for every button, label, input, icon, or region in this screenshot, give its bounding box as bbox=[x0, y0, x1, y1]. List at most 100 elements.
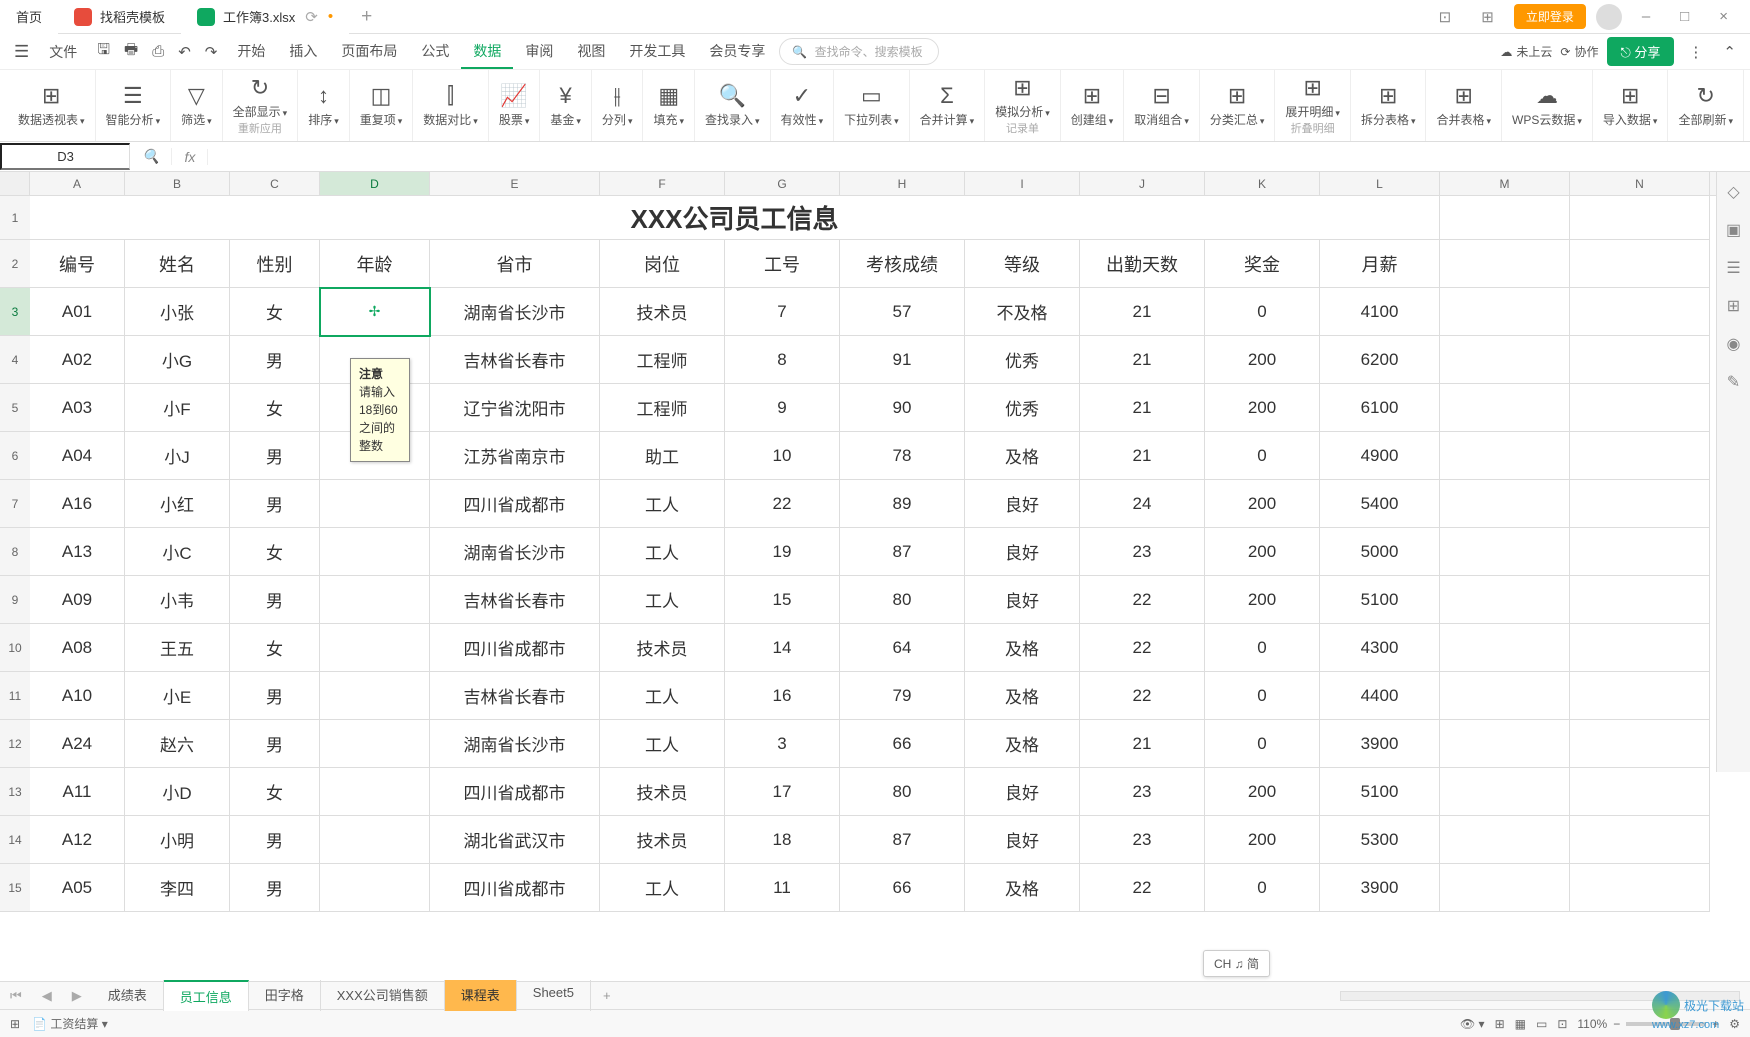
data-cell[interactable]: A11 bbox=[30, 768, 125, 816]
grid[interactable]: XXX公司员工信息编号姓名性别年龄省市岗位工号考核成绩等级出勤天数奖金月薪A01… bbox=[30, 196, 1750, 912]
data-cell[interactable]: A01 bbox=[30, 288, 125, 336]
data-cell[interactable]: A12 bbox=[30, 816, 125, 864]
row-header-13[interactable]: 13 bbox=[0, 768, 30, 816]
empty-cell[interactable] bbox=[1440, 768, 1570, 816]
ribbon-WPS云数据[interactable]: ☁WPS云数据 bbox=[1502, 70, 1593, 141]
share-button[interactable]: ⎋ 分享 bbox=[1607, 37, 1675, 66]
zoom-out[interactable]: − bbox=[1613, 1017, 1620, 1031]
data-cell[interactable]: 64 bbox=[840, 624, 965, 672]
data-cell[interactable]: 工人 bbox=[600, 672, 725, 720]
empty-cell[interactable] bbox=[1570, 432, 1710, 480]
data-cell[interactable]: 5400 bbox=[1320, 480, 1440, 528]
menu-会员专享[interactable]: 会员专享 bbox=[697, 35, 777, 69]
data-cell[interactable]: 22 bbox=[1080, 624, 1205, 672]
empty-cell[interactable] bbox=[1440, 336, 1570, 384]
data-cell[interactable]: A13 bbox=[30, 528, 125, 576]
col-header-H[interactable]: H bbox=[840, 172, 965, 195]
side-icon-2[interactable]: ▣ bbox=[1724, 220, 1744, 240]
sheet-tab-课程表[interactable]: 课程表 bbox=[445, 980, 517, 1011]
save-icon[interactable]: 🖫 bbox=[91, 34, 116, 69]
data-cell[interactable]: 湖南省长沙市 bbox=[430, 288, 600, 336]
data-cell[interactable]: 湖南省长沙市 bbox=[430, 720, 600, 768]
side-icon-3[interactable]: ☰ bbox=[1724, 258, 1744, 278]
window-close[interactable]: × bbox=[1709, 3, 1738, 30]
row-header-5[interactable]: 5 bbox=[0, 384, 30, 432]
empty-cell[interactable] bbox=[1440, 528, 1570, 576]
data-cell[interactable]: 赵六 bbox=[125, 720, 230, 768]
empty-cell[interactable] bbox=[1440, 624, 1570, 672]
menu-视图[interactable]: 视图 bbox=[565, 35, 617, 69]
col-header-G[interactable]: G bbox=[725, 172, 840, 195]
empty-cell[interactable] bbox=[1570, 528, 1710, 576]
data-cell[interactable]: 技术员 bbox=[600, 624, 725, 672]
data-cell[interactable]: 87 bbox=[840, 816, 965, 864]
data-cell[interactable]: 6100 bbox=[1320, 384, 1440, 432]
row-header-12[interactable]: 12 bbox=[0, 720, 30, 768]
data-cell[interactable]: 21 bbox=[1080, 336, 1205, 384]
header-cell[interactable]: 等级 bbox=[965, 240, 1080, 288]
data-cell[interactable]: A03 bbox=[30, 384, 125, 432]
view-mode-2[interactable]: ▦ bbox=[1515, 1017, 1526, 1031]
data-cell[interactable]: 工人 bbox=[600, 480, 725, 528]
data-cell[interactable]: 四川省成都市 bbox=[430, 768, 600, 816]
data-cell[interactable]: 10 bbox=[725, 432, 840, 480]
data-cell[interactable]: 6200 bbox=[1320, 336, 1440, 384]
empty-cell[interactable] bbox=[1440, 576, 1570, 624]
data-cell[interactable]: 技术员 bbox=[600, 768, 725, 816]
empty-cell[interactable] bbox=[1440, 864, 1570, 912]
expand-icon[interactable]: ⌃ bbox=[1717, 38, 1742, 66]
ribbon-分类汇总[interactable]: ⊞分类汇总 bbox=[1200, 70, 1276, 141]
data-cell[interactable]: 优秀 bbox=[965, 336, 1080, 384]
empty-cell[interactable] bbox=[1570, 864, 1710, 912]
data-cell[interactable] bbox=[320, 768, 430, 816]
data-cell[interactable]: 22 bbox=[725, 480, 840, 528]
ribbon-合并表格[interactable]: ⊞合并表格 bbox=[1426, 70, 1502, 141]
data-cell[interactable] bbox=[320, 864, 430, 912]
empty-cell[interactable] bbox=[1440, 480, 1570, 528]
data-cell[interactable]: 女 bbox=[230, 528, 320, 576]
header-cell[interactable]: 姓名 bbox=[125, 240, 230, 288]
data-cell[interactable]: 18 bbox=[725, 816, 840, 864]
data-cell[interactable]: 技术员 bbox=[600, 288, 725, 336]
data-cell[interactable]: 小明 bbox=[125, 816, 230, 864]
empty-cell[interactable] bbox=[1570, 624, 1710, 672]
col-header-N[interactable]: N bbox=[1570, 172, 1710, 195]
title-cell[interactable]: XXX公司员工信息 bbox=[30, 196, 1440, 240]
data-cell[interactable]: 66 bbox=[840, 720, 965, 768]
sheet-tab-Sheet5[interactable]: Sheet5 bbox=[517, 980, 591, 1011]
menu-页面布局[interactable]: 页面布局 bbox=[329, 35, 409, 69]
data-cell[interactable]: 湖北省武汉市 bbox=[430, 816, 600, 864]
data-cell[interactable]: 工程师 bbox=[600, 336, 725, 384]
empty-cell[interactable] bbox=[1570, 576, 1710, 624]
data-cell[interactable]: 小J bbox=[125, 432, 230, 480]
preview-icon[interactable]: ⎙ bbox=[146, 38, 170, 65]
ribbon-基金[interactable]: ¥基金 bbox=[540, 70, 592, 141]
empty-cell[interactable] bbox=[1570, 672, 1710, 720]
data-cell[interactable]: 女 bbox=[230, 288, 320, 336]
data-cell[interactable]: 15 bbox=[725, 576, 840, 624]
data-cell[interactable]: A02 bbox=[30, 336, 125, 384]
menu-公式[interactable]: 公式 bbox=[409, 35, 461, 69]
search-fn-icon[interactable]: 🔍 bbox=[130, 148, 172, 165]
menu-hamburger-icon[interactable]: ☰ bbox=[8, 37, 35, 67]
data-cell[interactable] bbox=[320, 528, 430, 576]
sheet-add-button[interactable]: + bbox=[591, 988, 623, 1003]
data-cell[interactable]: 11 bbox=[725, 864, 840, 912]
data-cell[interactable]: 200 bbox=[1205, 768, 1320, 816]
data-cell[interactable]: 17 bbox=[725, 768, 840, 816]
data-cell[interactable]: 良好 bbox=[965, 480, 1080, 528]
data-cell[interactable]: A24 bbox=[30, 720, 125, 768]
ribbon-排序[interactable]: ↕排序 bbox=[298, 70, 350, 141]
view-mode-3[interactable]: ▭ bbox=[1536, 1017, 1547, 1031]
icon-layout1[interactable]: ⊡ bbox=[1429, 3, 1462, 31]
data-cell[interactable]: 小C bbox=[125, 528, 230, 576]
data-cell[interactable]: 男 bbox=[230, 336, 320, 384]
row-header-11[interactable]: 11 bbox=[0, 672, 30, 720]
col-header-C[interactable]: C bbox=[230, 172, 320, 195]
ribbon-数据透视表[interactable]: ⊞数据透视表 bbox=[8, 70, 96, 141]
menu-开发工具[interactable]: 开发工具 bbox=[617, 35, 697, 69]
data-cell[interactable]: ✢ bbox=[320, 288, 430, 336]
data-cell[interactable]: 工人 bbox=[600, 864, 725, 912]
data-cell[interactable]: 5000 bbox=[1320, 528, 1440, 576]
data-cell[interactable]: 0 bbox=[1205, 624, 1320, 672]
